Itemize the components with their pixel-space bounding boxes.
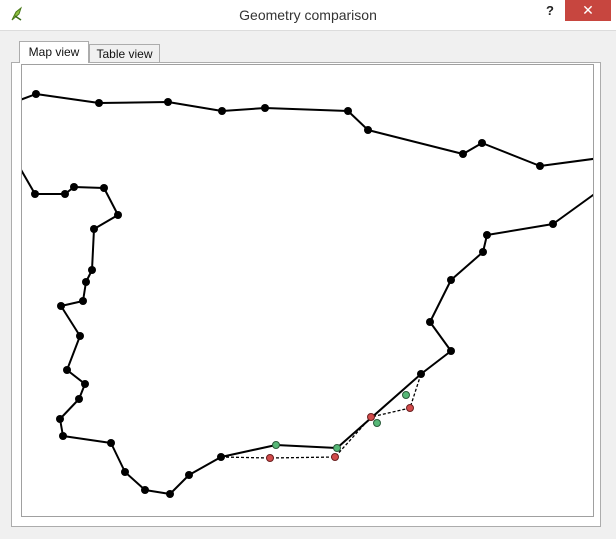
vertices (31, 90, 557, 498)
geometry-lines (22, 93, 593, 495)
tab-map-view[interactable]: Map view (19, 41, 89, 63)
modified-line (220, 373, 422, 459)
northern-coast-line (22, 93, 593, 167)
modified-geometry-lines (220, 373, 422, 459)
modified-vertices (266, 404, 414, 462)
help-button[interactable]: ? (537, 0, 563, 22)
tab-table-view[interactable]: Table view (89, 44, 160, 63)
title-bar: Geometry comparison ? ✕ (0, 0, 616, 31)
window-title: Geometry comparison (239, 7, 377, 23)
close-button[interactable]: ✕ (565, 0, 611, 21)
map-drawing (22, 90, 593, 498)
original-vertices (272, 391, 410, 452)
map-canvas[interactable] (21, 64, 594, 517)
eastern-coast-line (420, 193, 593, 375)
main-outline-line (22, 169, 422, 495)
